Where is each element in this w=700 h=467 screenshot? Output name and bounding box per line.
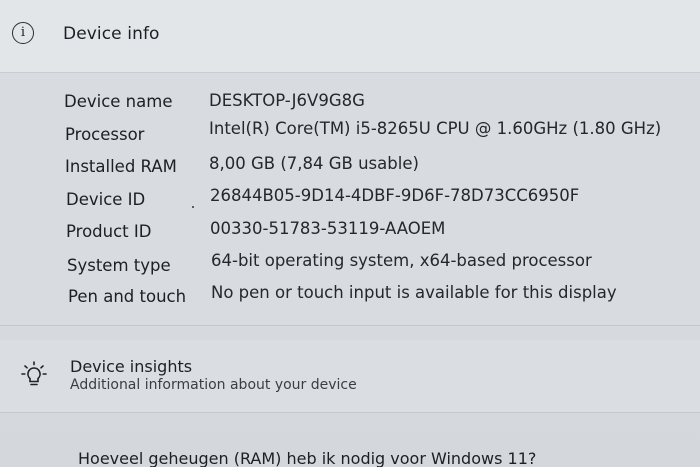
spec-value: DESKTOP-J6V9G8G — [209, 91, 365, 110]
spec-label: Processor — [65, 125, 145, 144]
spec-label: System type — [67, 256, 171, 275]
spec-value: Intel(R) Core(TM) i5-8265U CPU @ 1.60GHz… — [209, 119, 662, 138]
stray-dot — [192, 206, 194, 208]
insights-subtitle: Additional information about your device — [70, 377, 357, 393]
spec-label: Pen and touch — [68, 287, 187, 306]
spec-label: Device ID — [66, 190, 146, 209]
info-icon: i — [12, 22, 34, 44]
ram-help-link[interactable]: Hoeveel geheugen (RAM) heb ik nodig voor… — [78, 449, 536, 467]
spec-value: 8,00 GB (7,84 GB usable) — [209, 154, 419, 173]
spec-value: 64-bit operating system, x64-based proce… — [211, 251, 592, 270]
insights-title: Device insights — [70, 357, 193, 376]
spec-label: Product ID — [66, 222, 152, 241]
spec-label: Device name — [64, 92, 173, 111]
device-info-header[interactable]: i Device info — [0, 0, 700, 73]
spec-label: Installed RAM — [65, 157, 177, 176]
spec-value: 26844B05-9D14-4DBF-9D6F-78D73CC6950F — [210, 186, 580, 205]
spec-value: No pen or touch input is available for t… — [211, 283, 617, 302]
device-info-title: Device info — [63, 24, 160, 44]
lightbulb-icon — [21, 361, 47, 386]
spec-value: 00330-51783-53119-AAOEM — [210, 219, 446, 238]
